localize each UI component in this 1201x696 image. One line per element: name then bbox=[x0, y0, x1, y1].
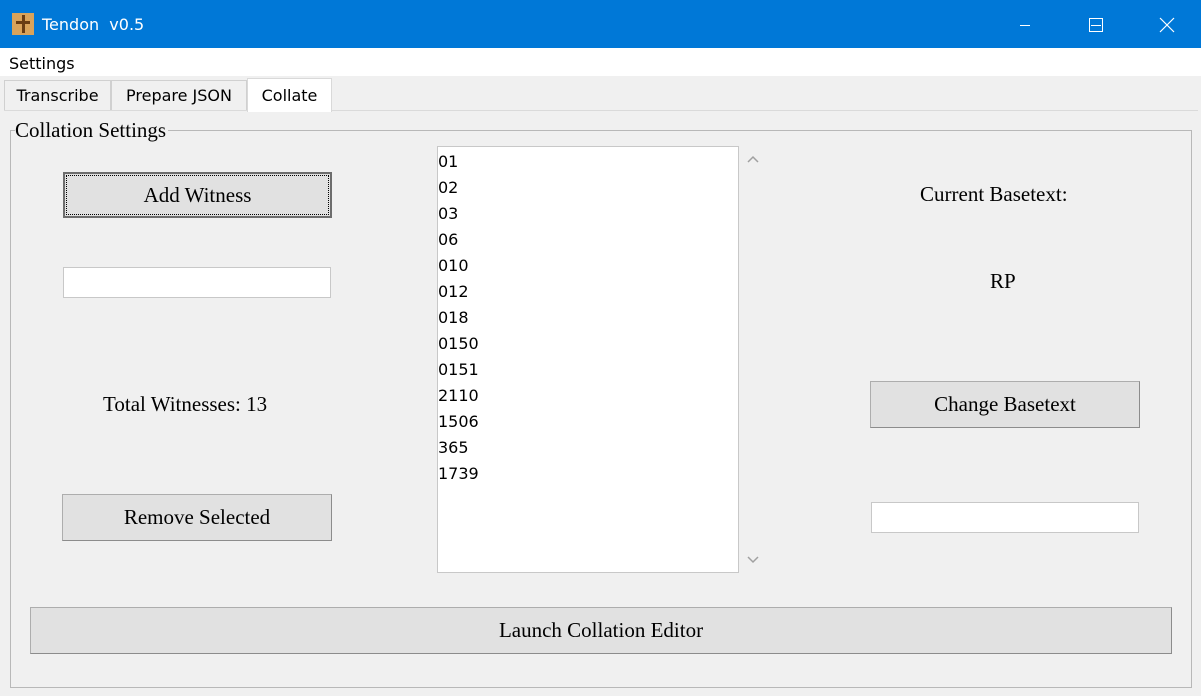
list-item[interactable]: 03 bbox=[438, 201, 738, 227]
witness-list: 01 02 03 06 010 012 018 0150 0151 2110 1506 365 1739 bbox=[438, 147, 738, 487]
change-basetext-label: Change Basetext bbox=[934, 392, 1076, 416]
remove-selected-button[interactable]: Remove Selected bbox=[62, 494, 332, 541]
list-item[interactable]: 0151 bbox=[438, 357, 738, 383]
list-item[interactable]: 012 bbox=[438, 279, 738, 305]
list-item[interactable]: 018 bbox=[438, 305, 738, 331]
tab-label: Transcribe bbox=[16, 86, 99, 105]
list-item[interactable]: 01 bbox=[438, 149, 738, 175]
minimize-icon bbox=[1020, 25, 1030, 26]
current-basetext-label: Current Basetext: bbox=[920, 182, 1068, 206]
launch-collation-editor-label: Launch Collation Editor bbox=[498, 618, 704, 642]
total-witnesses-label: Total Witnesses: 13 bbox=[103, 392, 268, 416]
minimize-control[interactable] bbox=[1002, 0, 1048, 48]
list-item[interactable]: 1506 bbox=[438, 409, 738, 435]
menu-settings[interactable]: Settings bbox=[9, 54, 75, 73]
group-title: Collation Settings bbox=[15, 118, 169, 143]
list-item[interactable]: 02 bbox=[438, 175, 738, 201]
add-witness-button[interactable]: Add Witness bbox=[63, 172, 332, 218]
witness-listbox[interactable]: 01 02 03 06 010 012 018 0150 0151 2110 1506 365 1739 bbox=[437, 146, 739, 573]
scroll-down-icon[interactable] bbox=[744, 553, 762, 567]
launch-collation-editor-button[interactable]: Launch Collation Editor bbox=[30, 607, 1172, 654]
list-item[interactable]: 0150 bbox=[438, 331, 738, 357]
scroll-up-icon[interactable] bbox=[744, 152, 762, 166]
close-icon bbox=[1159, 17, 1175, 33]
maximize-control[interactable] bbox=[1073, 0, 1119, 48]
list-item[interactable]: 2110 bbox=[438, 383, 738, 409]
basetext-input[interactable] bbox=[871, 502, 1139, 533]
app-icon bbox=[12, 13, 34, 35]
tab-label: Collate bbox=[261, 86, 318, 105]
window-title: Tendon v0.5 bbox=[42, 15, 145, 34]
list-item[interactable]: 06 bbox=[438, 227, 738, 253]
current-basetext-value: RP bbox=[990, 269, 1016, 293]
maximize-icon bbox=[1089, 18, 1103, 32]
tab-label: Prepare JSON bbox=[126, 86, 232, 105]
change-basetext-button[interactable]: Change Basetext bbox=[870, 381, 1140, 428]
remove-selected-label: Remove Selected bbox=[123, 505, 271, 529]
list-item[interactable]: 365 bbox=[438, 435, 738, 461]
list-item[interactable]: 1739 bbox=[438, 461, 738, 487]
tab-collate[interactable]: Collate bbox=[247, 78, 332, 112]
add-witness-label: Add Witness bbox=[143, 182, 252, 207]
witness-input[interactable] bbox=[63, 267, 331, 298]
close-control[interactable] bbox=[1144, 0, 1190, 48]
tab-transcribe[interactable]: Transcribe bbox=[4, 80, 111, 110]
tab-prepare-json[interactable]: Prepare JSON bbox=[111, 80, 247, 110]
menu-bar: Settings bbox=[0, 48, 1201, 76]
list-item[interactable]: 010 bbox=[438, 253, 738, 279]
